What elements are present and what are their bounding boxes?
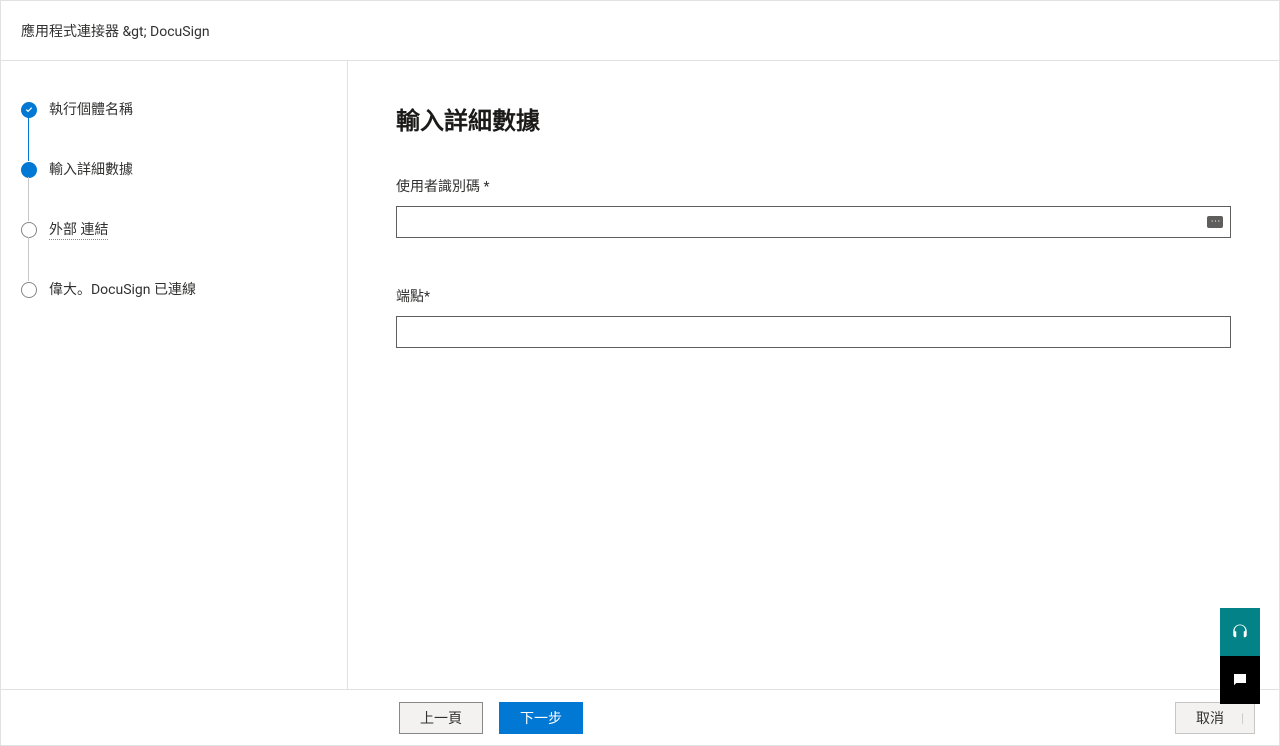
step-list: 執行個體名稱 輸入詳細數據 外部 連結 偉大。DocuSign 已連線 — [21, 101, 327, 299]
check-circle-icon — [21, 102, 37, 118]
user-id-input[interactable] — [396, 206, 1231, 238]
sidebar: 執行個體名稱 輸入詳細數據 外部 連結 偉大。DocuSign 已連線 — [1, 61, 348, 689]
main-panel: 輸入詳細數據 使用者識別碼 * 端點* — [348, 61, 1279, 689]
current-step-icon — [21, 162, 37, 178]
next-button[interactable]: 下一步 — [499, 702, 583, 734]
step-label: 偉大。DocuSign 已連線 — [49, 281, 196, 299]
step-label: 外部 連結 — [49, 221, 108, 239]
user-id-label: 使用者識別碼 * — [396, 176, 1231, 196]
chat-button[interactable] — [1220, 656, 1260, 704]
step-enter-details[interactable]: 輸入詳細數據 — [21, 161, 327, 221]
more-icon[interactable] — [1207, 216, 1223, 228]
endpoint-group: 端點* — [396, 286, 1231, 348]
header: 應用程式連接器 &gt; DocuSign — [1, 1, 1279, 61]
endpoint-label: 端點* — [396, 286, 1231, 306]
content: 執行個體名稱 輸入詳細數據 外部 連結 偉大。DocuSign 已連線 輸入詳細… — [1, 61, 1279, 689]
floating-actions — [1220, 608, 1260, 704]
page-title: 輸入詳細數據 — [396, 101, 1231, 136]
endpoint-input[interactable] — [396, 316, 1231, 348]
step-connected[interactable]: 偉大。DocuSign 已連線 — [21, 281, 327, 299]
pending-step-icon — [21, 282, 37, 298]
footer: 上一頁 下一步 取消 — [1, 689, 1279, 745]
headset-icon — [1231, 623, 1249, 641]
user-id-group: 使用者識別碼 * — [396, 176, 1231, 238]
support-button[interactable] — [1220, 608, 1260, 656]
step-external-link[interactable]: 外部 連結 — [21, 221, 327, 281]
cancel-button[interactable]: 取消 — [1175, 702, 1255, 734]
pending-step-icon — [21, 222, 37, 238]
step-label: 輸入詳細數據 — [49, 161, 133, 179]
breadcrumb: 應用程式連接器 &gt; DocuSign — [21, 21, 210, 41]
chat-icon — [1231, 671, 1249, 689]
step-instance-name[interactable]: 執行個體名稱 — [21, 101, 327, 161]
back-button[interactable]: 上一頁 — [399, 702, 483, 734]
step-label: 執行個體名稱 — [49, 101, 133, 119]
